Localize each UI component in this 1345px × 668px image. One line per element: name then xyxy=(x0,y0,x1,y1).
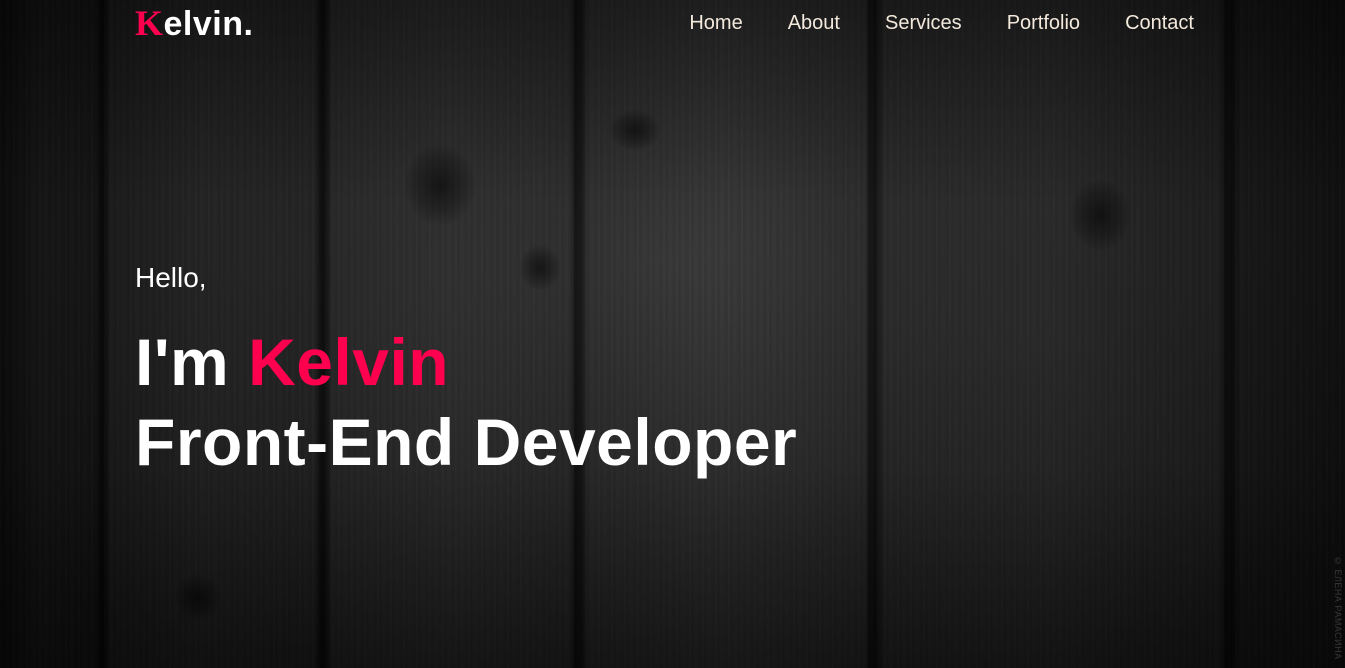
nav-link-portfolio[interactable]: Portfolio xyxy=(1007,11,1080,35)
hero-role: Front-End Developer xyxy=(135,405,798,479)
site-header: Kelvin. Home About Services Portfolio Co… xyxy=(0,0,1345,46)
photo-watermark: © ЕЛЕНА РАМАСИНА xyxy=(1333,556,1343,660)
nav-link-about[interactable]: About xyxy=(788,11,840,35)
nav-link-services[interactable]: Services xyxy=(885,11,962,35)
site-logo[interactable]: Kelvin. xyxy=(135,4,253,43)
hero-title: I'm Kelvin Front-End Developer xyxy=(135,322,1035,482)
nav-link-home[interactable]: Home xyxy=(689,11,742,35)
hero-greeting: Hello, xyxy=(135,262,207,293)
nav-link-contact[interactable]: Contact xyxy=(1125,11,1194,35)
hero-intro: I'm xyxy=(135,325,249,399)
main-nav: Home About Services Portfolio Contact xyxy=(689,11,1194,35)
logo-text: elvin. xyxy=(163,5,254,43)
logo-initial: K xyxy=(135,3,164,43)
hero-name: Kelvin xyxy=(248,325,450,399)
hero-section: Hello, I'm Kelvin Front-End Developer xyxy=(135,258,1035,482)
